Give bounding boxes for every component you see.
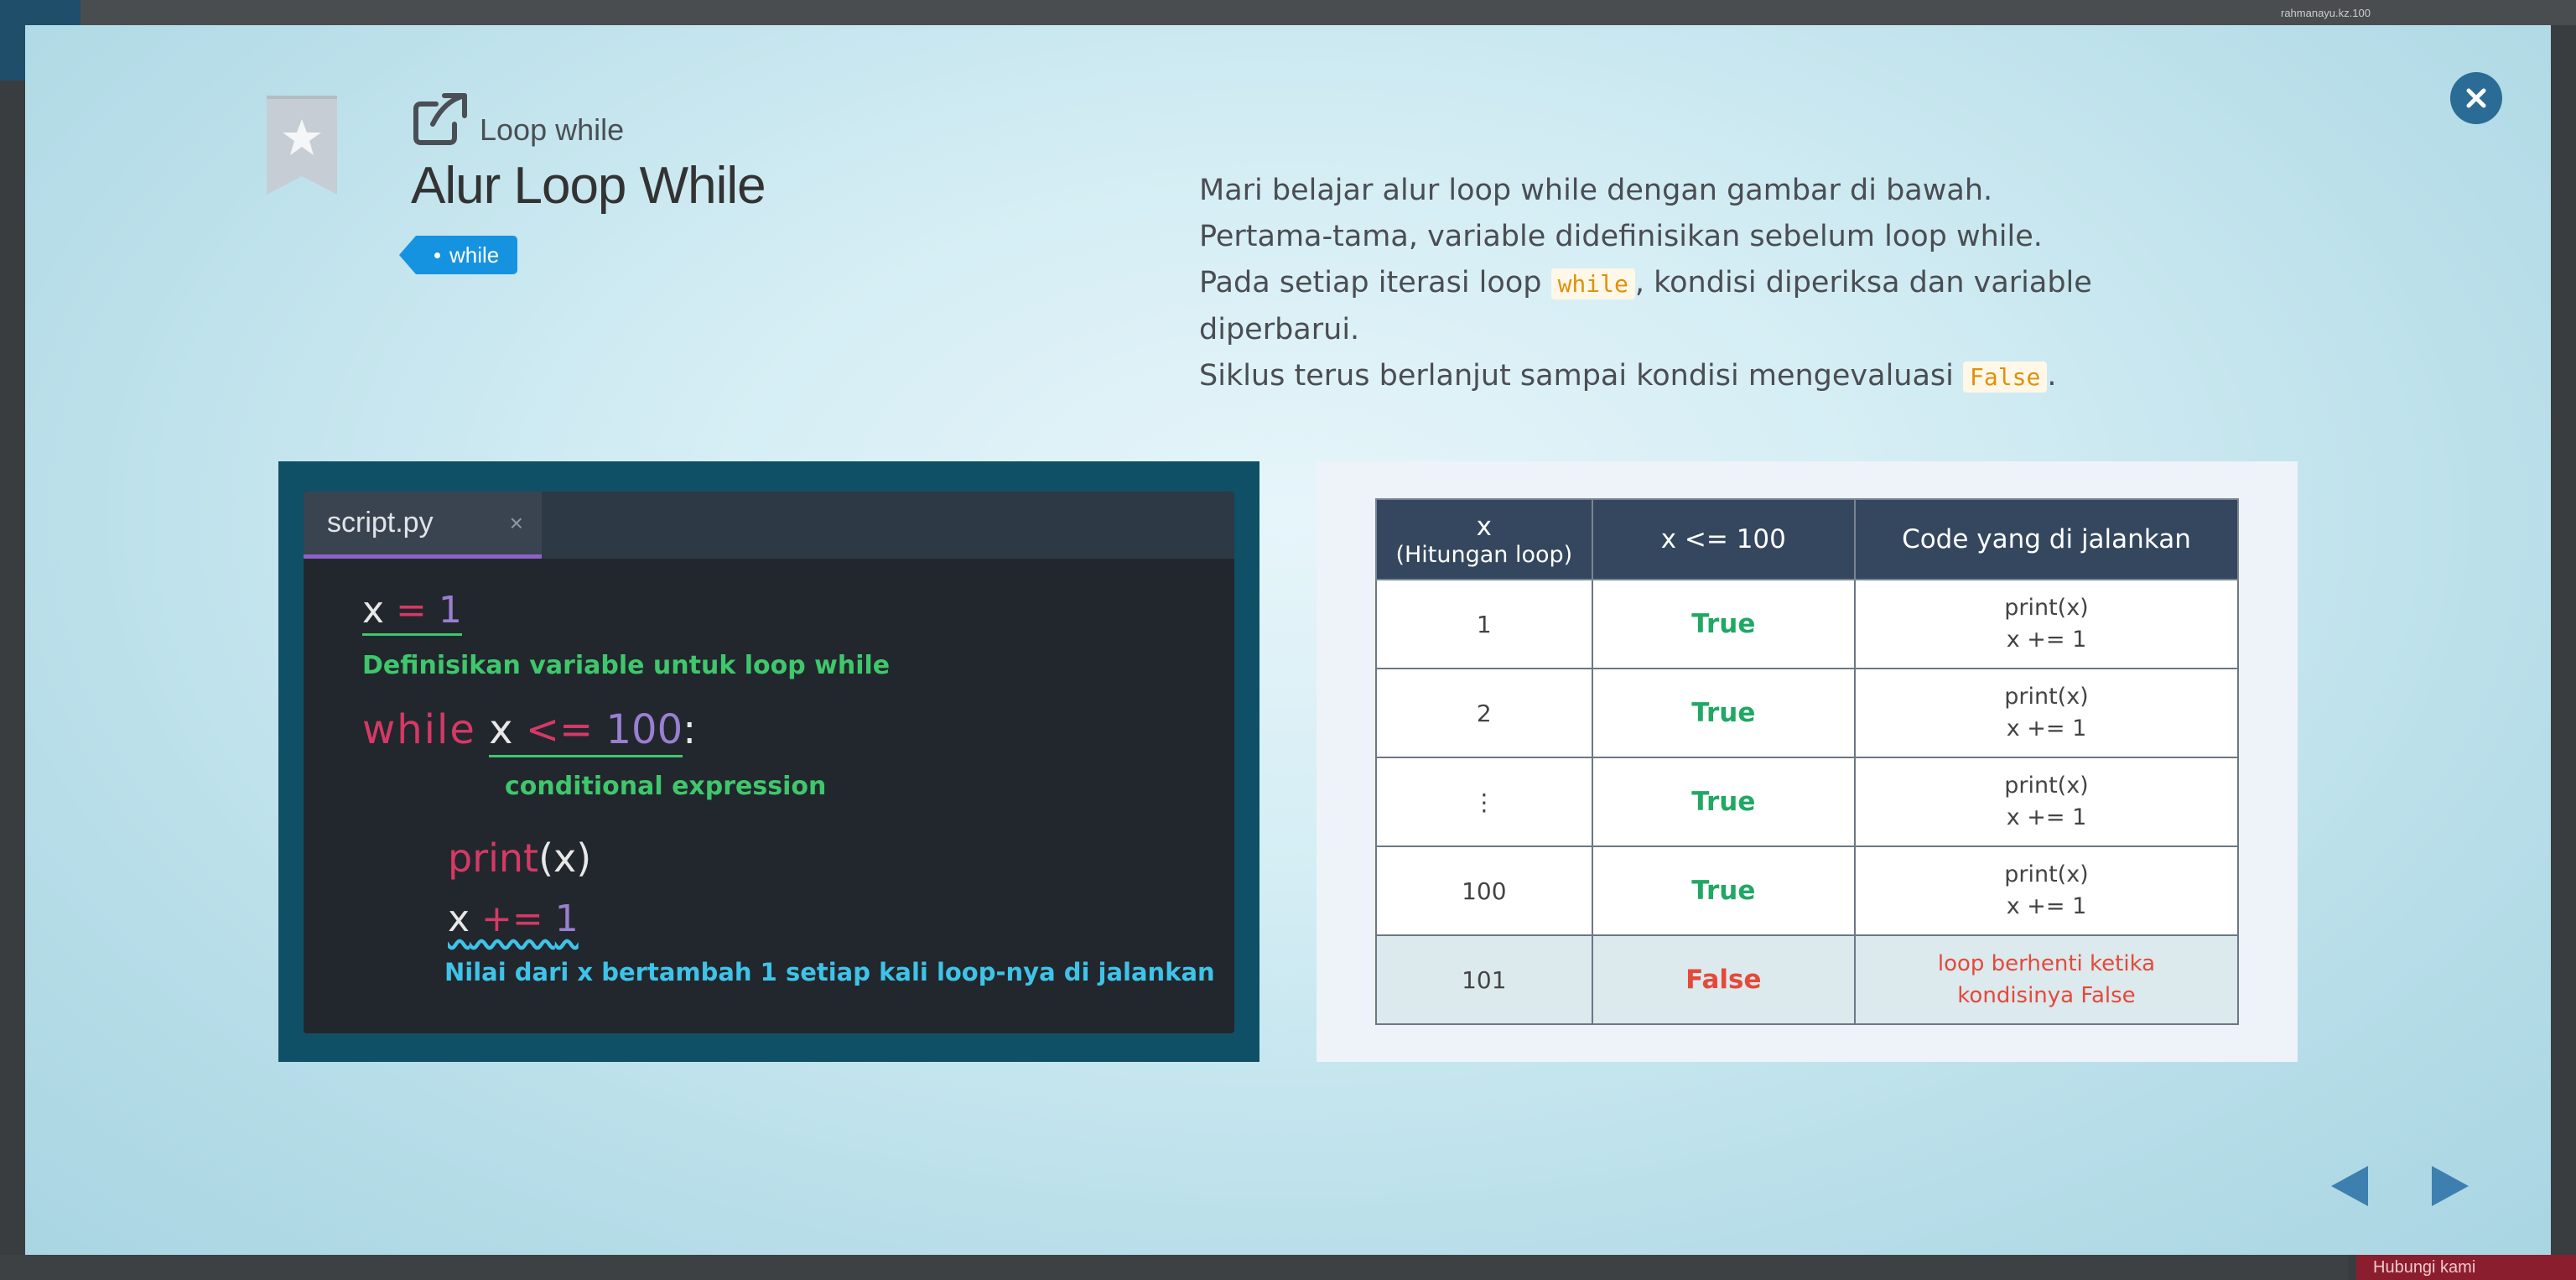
editor-tab-name: script.py bbox=[327, 507, 434, 539]
topic-tag[interactable]: while bbox=[398, 236, 518, 274]
code-note-increment: Nilai dari x bertambah 1 setiap kali loo… bbox=[444, 958, 1215, 986]
inline-code: False bbox=[1963, 362, 2048, 393]
background-footer bbox=[0, 1255, 2348, 1280]
editor-tab-close-icon: × bbox=[509, 509, 523, 536]
table-cell-x: ⋮ bbox=[1375, 757, 1593, 847]
code-illustration: script.py × x = 1 Definisikan variable u… bbox=[278, 461, 1259, 1062]
background-user-label: rahmanayu.kz.100 bbox=[2281, 7, 2371, 19]
table-cell-x: 1 bbox=[1375, 579, 1593, 669]
table-cell-condition: True bbox=[1591, 757, 1856, 847]
close-button[interactable] bbox=[2450, 72, 2502, 124]
topic-tag-label: while bbox=[398, 236, 518, 274]
bookmark-star-icon[interactable] bbox=[267, 96, 337, 195]
description-line: Pada setiap iterasi loop while, kondisi … bbox=[1199, 266, 2092, 346]
table-row: ⋮ True print(x) x += 1 bbox=[1375, 757, 2240, 847]
inline-code: while bbox=[1550, 268, 1635, 299]
description-line: Mari belajar alur loop while dengan gamb… bbox=[1199, 174, 1993, 207]
table-cell-x: 100 bbox=[1375, 846, 1593, 936]
table-cell-condition: False bbox=[1591, 934, 1856, 1025]
slide-description: Mari belajar alur loop while dengan gamb… bbox=[1199, 168, 2172, 400]
lesson-subtitle: Loop while bbox=[480, 112, 625, 147]
code-note-define: Definisikan variable untuk loop while bbox=[362, 651, 891, 680]
table-cell-code: print(x) x += 1 bbox=[1853, 846, 2240, 936]
editor-tab: script.py × bbox=[304, 492, 542, 559]
table-row-final: 101 False loop berhenti ketika kondisinya… bbox=[1375, 934, 2240, 1025]
table-cell-code: print(x) x += 1 bbox=[1853, 668, 2240, 758]
table-cell-condition: True bbox=[1591, 846, 1856, 936]
table-header-condition: x <= 100 bbox=[1591, 498, 1856, 580]
slide-modal: Loop while Alur Loop While while Mari be… bbox=[25, 25, 2551, 1255]
code-note-condition: conditional expression bbox=[505, 772, 827, 801]
description-line: Siklus terus berlanjut sampai kondisi me… bbox=[1199, 359, 2057, 393]
table-cell-condition: True bbox=[1591, 579, 1856, 669]
contact-button[interactable]: Hubungi kami bbox=[2356, 1255, 2576, 1280]
code-line-while: while x <= 100: bbox=[362, 706, 696, 757]
close-icon bbox=[2466, 88, 2486, 108]
slide-header: Loop while Alur Loop While while bbox=[398, 91, 766, 274]
table-header-row: x (Hitungan loop) x <= 100 Code yang di j… bbox=[1375, 498, 2240, 580]
table-row: 100 True print(x) x += 1 bbox=[1375, 846, 2240, 936]
slide-title: Alur Loop While bbox=[411, 157, 766, 215]
table-row: 2 True print(x) x += 1 bbox=[1375, 668, 2240, 758]
code-editor: script.py × x = 1 Definisikan variable u… bbox=[304, 492, 1234, 1033]
arrow-left-icon[interactable] bbox=[2328, 1163, 2370, 1210]
editor-tabbar: script.py × bbox=[304, 492, 1234, 559]
table-cell-x: 2 bbox=[1375, 668, 1593, 758]
code-area: x = 1 Definisikan variable untuk loop wh… bbox=[304, 559, 1234, 1033]
table-cell-code: print(x) x += 1 bbox=[1853, 579, 2240, 669]
table-row: 1 True print(x) x += 1 bbox=[1375, 579, 2240, 669]
table-cell-note: loop berhenti ketika kondisinya False bbox=[1853, 934, 2240, 1025]
background-topbar bbox=[0, 0, 2576, 25]
table-header-code: Code yang di jalankan bbox=[1853, 498, 2240, 580]
description-line: Pertama-tama, variable didefinisikan seb… bbox=[1199, 220, 2043, 253]
arrow-right-icon[interactable] bbox=[2430, 1163, 2472, 1210]
table-cell-x: 101 bbox=[1375, 934, 1593, 1025]
table-cell-code: print(x) x += 1 bbox=[1853, 757, 2240, 847]
code-line-assign: x = 1 bbox=[362, 589, 462, 636]
table-cell-condition: True bbox=[1591, 668, 1856, 758]
external-link-icon[interactable] bbox=[411, 92, 470, 146]
loop-table-illustration: x (Hitungan loop) x <= 100 Code yang di j… bbox=[1317, 461, 2298, 1062]
table-header-x: x (Hitungan loop) bbox=[1375, 498, 1593, 580]
loop-table: x (Hitungan loop) x <= 100 Code yang di j… bbox=[1375, 498, 2240, 1025]
code-line-print: print(x) bbox=[448, 835, 592, 881]
code-line-increment: x += 1 bbox=[448, 898, 579, 940]
